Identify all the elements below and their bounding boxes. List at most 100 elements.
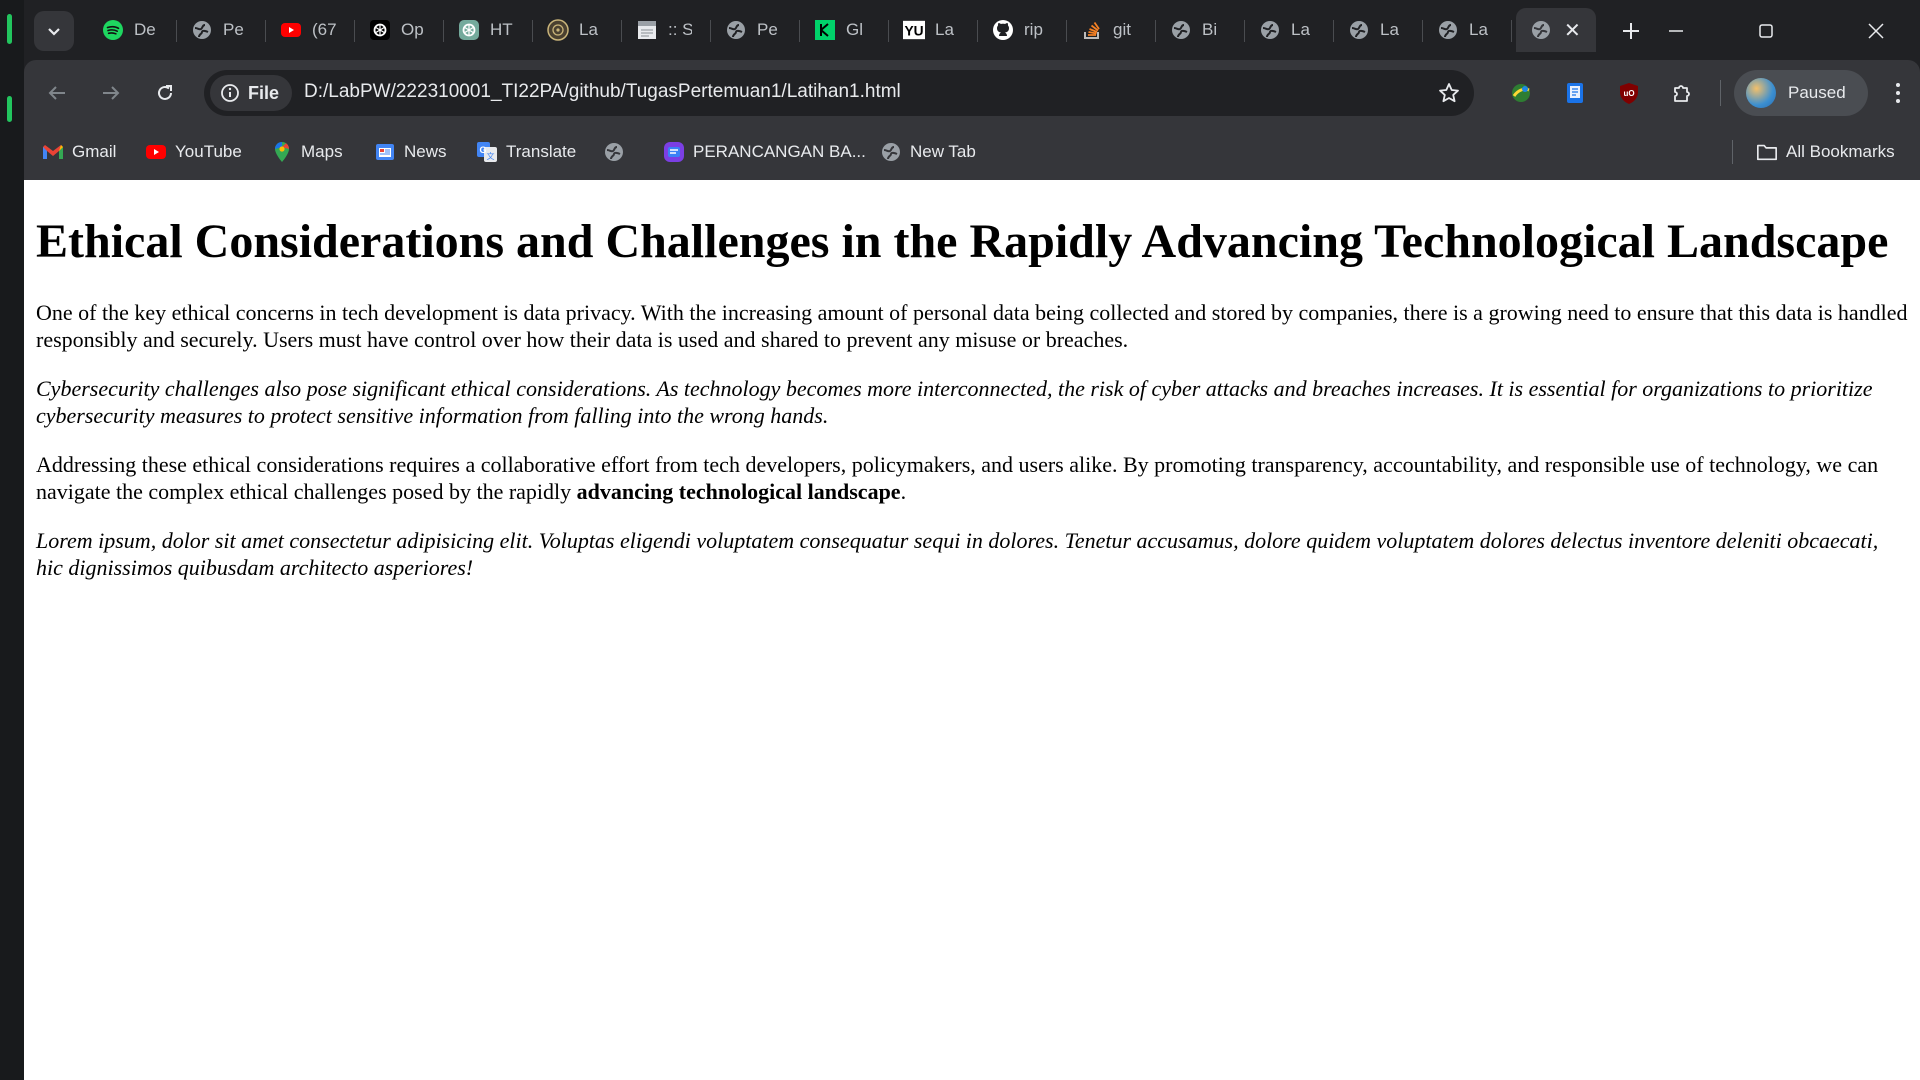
bookmark-star-button[interactable] — [1434, 78, 1464, 108]
reader-icon — [1567, 83, 1583, 103]
youtube-icon — [280, 19, 302, 41]
stackoverflow-icon — [1081, 19, 1103, 41]
extension-button[interactable] — [1558, 76, 1592, 110]
tab-strip: De Pe (67 Op HT La:: S Pe Gl YU La rip … — [24, 0, 1920, 60]
address-bar[interactable]: File D:/LabPW/222310001_TI22PA/github/Tu… — [204, 70, 1474, 116]
tab[interactable]: Op — [355, 8, 444, 52]
reload-button[interactable] — [148, 76, 182, 110]
gmail-icon — [42, 141, 64, 163]
all-bookmarks-label: All Bookmarks — [1786, 142, 1895, 161]
tab-title: :: S — [668, 20, 692, 39]
tab[interactable]: Bi — [1156, 8, 1245, 52]
chatgpt-icon — [458, 19, 480, 41]
svg-text:文: 文 — [487, 151, 495, 161]
arrow-left-icon — [48, 86, 65, 100]
spotify-icon — [102, 19, 124, 41]
tab-title: Pe — [223, 20, 244, 39]
tab-active[interactable]: ✕ — [1516, 8, 1596, 52]
tab-list: De Pe (67 Op HT La:: S Pe Gl YU La rip … — [88, 8, 1596, 52]
tab[interactable]: Pe — [177, 8, 266, 52]
bookmark-translate[interactable]: G文 Translate — [476, 135, 576, 169]
new-tab-button[interactable] — [1614, 14, 1648, 48]
svg-text:G: G — [479, 145, 486, 155]
globe-icon — [880, 141, 902, 163]
reload-icon — [158, 85, 172, 100]
bookmark-globe[interactable] — [603, 135, 625, 169]
bookmark-new-tab[interactable]: New Tab — [880, 135, 976, 169]
plus-icon — [1623, 23, 1639, 39]
globe-icon — [1348, 19, 1370, 41]
app-icon — [663, 141, 685, 163]
forward-button[interactable] — [94, 76, 128, 110]
profile-button[interactable]: Paused — [1734, 70, 1868, 116]
tab-title: Gl — [846, 20, 863, 39]
tab[interactable]: YU La — [889, 8, 978, 52]
minimize-button[interactable] — [1656, 14, 1696, 48]
university-icon — [547, 19, 569, 41]
tab-title: La — [1380, 20, 1399, 39]
document-icon — [636, 19, 658, 41]
all-bookmarks-button[interactable]: All Bookmarks — [1756, 135, 1895, 169]
extension-logo-icon — [1512, 84, 1530, 102]
bookmark-label: Maps — [301, 142, 343, 161]
tab[interactable]: (67 — [266, 8, 355, 52]
bold-phrase: advancing technological landscape — [576, 479, 901, 505]
tab[interactable]: La — [533, 8, 622, 52]
more-menu-button[interactable] — [1886, 76, 1910, 110]
tab[interactable]: rip — [978, 8, 1067, 52]
tab-title: git — [1113, 20, 1131, 39]
tab[interactable]: La — [1334, 8, 1423, 52]
tab[interactable]: La — [1245, 8, 1334, 52]
extensions-menu-button[interactable] — [1666, 76, 1700, 110]
bookmark-news[interactable]: News — [374, 135, 447, 169]
url-text[interactable]: D:/LabPW/222310001_TI22PA/github/TugasPe… — [304, 81, 901, 103]
bookmark-gmail[interactable]: Gmail — [42, 135, 116, 169]
globe-icon — [725, 19, 747, 41]
chevron-down-icon — [48, 28, 60, 36]
tab[interactable]: De — [88, 8, 177, 52]
star-icon — [1439, 83, 1459, 103]
ublock-button[interactable]: uO — [1612, 76, 1646, 110]
minimize-icon — [1669, 30, 1683, 32]
info-icon — [221, 84, 239, 102]
arrow-right-icon — [103, 86, 120, 100]
svg-text:uO: uO — [1623, 89, 1634, 98]
maximize-icon — [1759, 24, 1773, 38]
tab-title: Bi — [1202, 20, 1218, 39]
youtube-icon — [145, 141, 167, 163]
tab[interactable]: Pe — [711, 8, 800, 52]
tab[interactable]: git — [1067, 8, 1156, 52]
globe-icon — [191, 19, 213, 41]
maximize-button[interactable] — [1746, 14, 1786, 48]
bookmark-label: News — [404, 142, 447, 161]
bookmark-label: Translate — [506, 142, 577, 161]
yu-icon: YU — [903, 19, 925, 41]
bookmark-maps[interactable]: Maps — [271, 135, 343, 169]
tab[interactable]: HT — [444, 8, 533, 52]
translate-icon: G文 — [476, 141, 498, 163]
news-icon — [374, 141, 396, 163]
tab-title: La — [935, 20, 954, 39]
extension-button[interactable] — [1504, 76, 1538, 110]
bookmark-youtube[interactable]: YouTube — [145, 135, 242, 169]
tab[interactable]: La — [1423, 8, 1512, 52]
tab-search-button[interactable] — [34, 11, 74, 51]
site-info-label: File — [248, 82, 280, 103]
tab-title: La — [579, 20, 598, 39]
paragraph-cybersecurity: Cybersecurity challenges also pose signi… — [36, 376, 1873, 429]
back-button[interactable] — [40, 76, 74, 110]
bookmark-perancangan[interactable]: PERANCANGAN BA... — [663, 135, 866, 169]
bookmark-label: New Tab — [910, 142, 976, 161]
paragraph-addressing: Addressing these ethical considerations … — [36, 451, 1908, 505]
tab[interactable]: :: S — [622, 8, 711, 52]
github-icon — [992, 19, 1014, 41]
close-tab-icon[interactable]: ✕ — [1564, 18, 1581, 43]
avatar — [1746, 78, 1776, 108]
kebab-dot — [1896, 83, 1900, 87]
close-window-button[interactable] — [1856, 14, 1896, 48]
tab[interactable]: Gl — [800, 8, 889, 52]
globe-icon — [603, 141, 625, 163]
site-info-chip[interactable]: File — [210, 75, 292, 111]
tab-title: HT — [490, 20, 513, 39]
kebab-dot — [1896, 91, 1900, 95]
